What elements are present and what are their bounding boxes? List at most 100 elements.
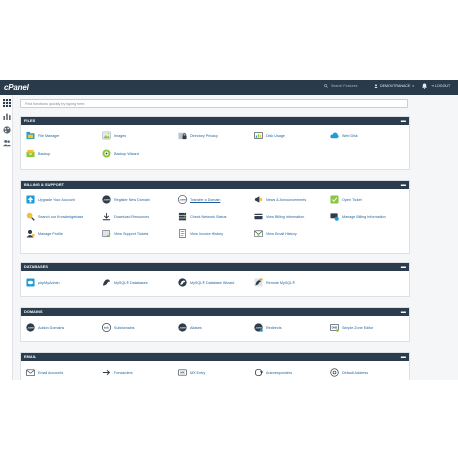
email-history-link[interactable]: View Email History bbox=[254, 229, 297, 238]
disk-usage-link[interactable]: Disk Usage bbox=[254, 131, 285, 140]
mx-entry-link[interactable]: MX MX Entry bbox=[178, 368, 205, 377]
user-menu[interactable]: DEMOXTRANACE ▾ bbox=[374, 84, 414, 88]
knowledgebase-link[interactable]: Search our Knowledgebase bbox=[26, 212, 83, 221]
register-domain-icon: .com bbox=[102, 195, 111, 204]
users-icon[interactable] bbox=[3, 139, 11, 147]
web-disk-icon bbox=[330, 131, 339, 140]
logout-label: LOGOUT bbox=[435, 84, 451, 88]
top-search[interactable]: Search Features bbox=[324, 84, 358, 88]
mysql-wizard-link[interactable]: MySQL® Database Wizard bbox=[178, 278, 234, 287]
billing-info-icon bbox=[254, 212, 263, 221]
invoice-history-link[interactable]: View Invoice History bbox=[178, 229, 223, 238]
section-databases: DATABASES ▬ phpMyAdmin MySQL® Databases … bbox=[20, 262, 410, 297]
file-manager-link[interactable]: File Manager bbox=[26, 131, 60, 140]
find-functions-input[interactable]: Find functions quickly by typing here. bbox=[20, 99, 408, 108]
manage-billing-link[interactable]: Manage Billing Information bbox=[330, 212, 386, 221]
collapse-icon[interactable]: ▬ bbox=[401, 182, 406, 188]
email-accounts-icon bbox=[26, 368, 35, 377]
item-label: Download Resources bbox=[114, 214, 150, 219]
section-header[interactable]: EMAIL ▬ bbox=[21, 353, 409, 361]
autoresponders-link[interactable]: Autoresponders bbox=[254, 368, 292, 377]
forwarders-link[interactable]: Forwarders bbox=[102, 368, 133, 377]
item-label: View Support Tickets bbox=[114, 231, 149, 236]
cpanel-logo[interactable]: cPanel bbox=[4, 83, 29, 92]
manage-profile-link[interactable]: Manage Profile bbox=[26, 229, 63, 238]
item-label: Addon Domains bbox=[38, 325, 65, 330]
redirects-link[interactable]: .com Redirects bbox=[254, 323, 282, 332]
item-label: News & Announcements bbox=[266, 197, 307, 202]
section-title: DOMAINS bbox=[24, 310, 43, 314]
mx-entry-icon: MX bbox=[178, 368, 187, 377]
backup-link[interactable]: Backup bbox=[26, 149, 50, 158]
web-disk-link[interactable]: Web Disk bbox=[330, 131, 358, 140]
support-tickets-link[interactable]: View Support Tickets bbox=[102, 229, 148, 238]
email-accounts-link[interactable]: Email Accounts bbox=[26, 368, 63, 377]
icon-text: .com bbox=[255, 327, 262, 330]
item-label: Images bbox=[114, 133, 127, 138]
section-header[interactable]: FILES ▬ bbox=[21, 117, 409, 125]
bell-icon[interactable] bbox=[422, 83, 427, 89]
section-header[interactable]: DOMAINS ▬ bbox=[21, 308, 409, 316]
transfer-domain-link[interactable]: .com Transfer a Domain bbox=[178, 195, 220, 204]
profile-icon bbox=[26, 229, 35, 238]
remote-mysql-link[interactable]: Remote MySQL® bbox=[254, 278, 295, 287]
section-title: BILLING & SUPPORT bbox=[24, 183, 65, 187]
item-label: Default Address bbox=[342, 370, 369, 375]
addon-domains-link[interactable]: .com Addon Domains bbox=[26, 323, 64, 332]
news-link[interactable]: News & Announcements bbox=[254, 195, 306, 204]
mysql-icon bbox=[102, 278, 111, 287]
item-label: Subdomains bbox=[114, 325, 135, 330]
phpmyadmin-icon bbox=[26, 278, 35, 287]
stats-icon[interactable] bbox=[3, 112, 11, 120]
directory-privacy-icon bbox=[178, 131, 187, 140]
register-domain-link[interactable]: .com Register New Domain bbox=[102, 195, 150, 204]
palette-icon[interactable] bbox=[3, 126, 11, 134]
logout-button[interactable]: ⇥ LOGOUT bbox=[431, 84, 450, 88]
billing-info-link[interactable]: View Billing Information bbox=[254, 212, 304, 221]
section-billing-support: BILLING & SUPPORT ▬ Upgrade Your Account… bbox=[20, 180, 410, 254]
item-label: phpMyAdmin bbox=[38, 280, 60, 285]
zone-editor-link[interactable]: DNS Simple Zone Editor bbox=[330, 323, 373, 332]
transfer-domain-icon: .com bbox=[178, 195, 187, 204]
addon-domains-icon: .com bbox=[26, 323, 35, 332]
section-header[interactable]: BILLING & SUPPORT ▬ bbox=[21, 181, 409, 189]
user-name: DEMOXTRANACE bbox=[380, 84, 411, 88]
aliases-link[interactable]: .com Aliases bbox=[178, 323, 202, 332]
item-label: Open Ticket bbox=[342, 197, 362, 202]
download-resources-link[interactable]: Download Resources bbox=[102, 212, 149, 221]
upgrade-account-link[interactable]: Upgrade Your Account bbox=[26, 195, 75, 204]
grid-icon[interactable] bbox=[3, 99, 11, 107]
mysql-databases-link[interactable]: MySQL® Databases bbox=[102, 278, 148, 287]
open-ticket-link[interactable]: Open Ticket bbox=[330, 195, 362, 204]
item-label: View Invoice History bbox=[190, 231, 224, 236]
open-ticket-icon bbox=[330, 195, 339, 204]
item-label: Manage Billing Information bbox=[342, 214, 386, 219]
images-icon bbox=[102, 131, 111, 140]
email-history-icon bbox=[254, 229, 263, 238]
item-label: Backup bbox=[38, 151, 51, 156]
collapse-icon[interactable]: ▬ bbox=[401, 264, 406, 270]
section-email: EMAIL ▬ Email Accounts Forwarders MX MX … bbox=[20, 352, 410, 380]
directory-privacy-link[interactable]: Directory Privacy bbox=[178, 131, 218, 140]
item-label: Simple Zone Editor bbox=[342, 325, 374, 330]
backup-wizard-link[interactable]: Backup Wizard bbox=[102, 149, 139, 158]
collapse-icon[interactable]: ▬ bbox=[401, 118, 406, 124]
mysql-wizard-icon bbox=[178, 278, 187, 287]
icon-text: sub. bbox=[104, 326, 110, 330]
default-address-link[interactable]: Default Address bbox=[330, 368, 368, 377]
section-header[interactable]: DATABASES ▬ bbox=[21, 263, 409, 271]
forwarders-icon bbox=[102, 368, 111, 377]
phpmyadmin-link[interactable]: phpMyAdmin bbox=[26, 278, 60, 287]
icon-text: .com bbox=[179, 327, 186, 330]
item-label: File Manager bbox=[38, 133, 60, 138]
manage-billing-icon bbox=[330, 212, 339, 221]
collapse-icon[interactable]: ▬ bbox=[401, 354, 406, 360]
collapse-icon[interactable]: ▬ bbox=[401, 309, 406, 315]
network-status-link[interactable]: Check Network Status bbox=[178, 212, 226, 221]
file-manager-icon bbox=[26, 131, 35, 140]
section-files: FILES ▬ File Manager Images Directory Pr… bbox=[20, 116, 410, 170]
subdomains-link[interactable]: sub. Subdomains bbox=[102, 323, 135, 332]
backup-icon bbox=[26, 149, 35, 158]
images-link[interactable]: Images bbox=[102, 131, 126, 140]
remote-mysql-icon bbox=[254, 278, 263, 287]
